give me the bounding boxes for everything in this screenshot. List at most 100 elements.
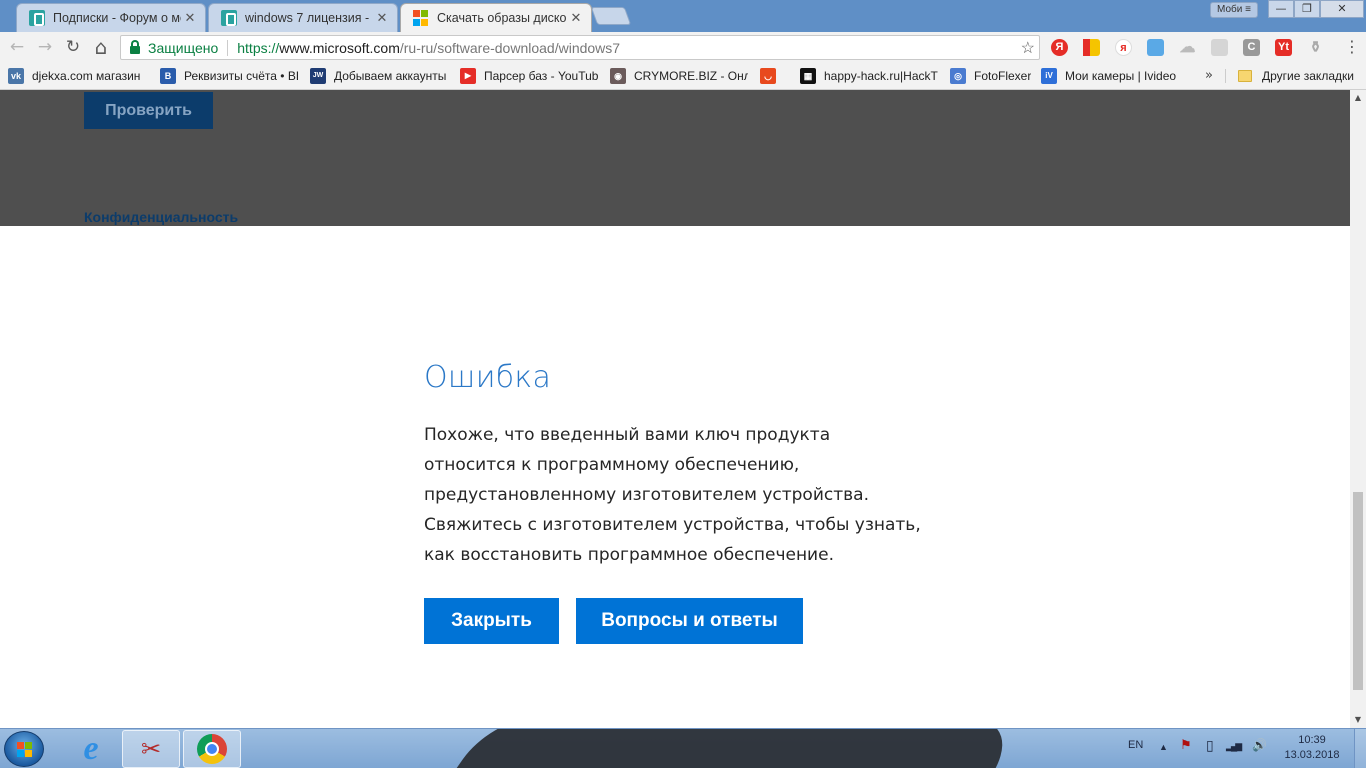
tab-strip: Подписки - Форум о мо ✕ windows 7 лиценз… [0,0,1366,32]
bookmark-item[interactable]: iV Мои камеры | Ivideo [1041,67,1179,85]
error-title: Ошибка [424,360,552,395]
start-button[interactable] [4,731,44,767]
bookmark-item[interactable]: vk djekxa.com магазин [8,67,148,85]
bookmark-flag-icon[interactable] [1083,39,1100,56]
flag-icon[interactable]: ⚑ [1180,737,1192,753]
tab-close-icon[interactable]: ✕ [567,11,585,26]
error-message-line: Похоже, что введенный вами ключ продукта [424,425,831,445]
back-button[interactable]: ← [6,36,28,58]
bookmark-label: Мои камеры | Ivideo [1065,69,1177,83]
microsoft-favicon-icon [413,10,429,26]
faq-button[interactable]: Вопросы и ответы [576,598,803,644]
yt-icon[interactable]: Yt [1275,39,1292,56]
system-clock[interactable]: 10:39 13.03.2018 [1282,733,1342,763]
b-icon: B [160,68,176,84]
tab-forum-subscriptions[interactable]: Подписки - Форум о мо ✕ [16,3,206,32]
bookmark-star-icon[interactable]: ☆ [1021,38,1035,58]
signal-icon[interactable]: ▂▄▆ [1226,741,1242,752]
bookmark-item[interactable]: ◉ CRYMORE.BIZ - Онла [610,67,748,85]
bookmark-label: djekxa.com магазин [32,69,141,83]
check-button: Проверить [84,92,213,129]
tab-close-icon[interactable]: ✕ [373,11,391,26]
bookmark-item[interactable]: ◎ FotoFlexer [950,67,1032,85]
desktop-wallpaper-shape [448,729,1032,768]
tray-arrow-icon[interactable]: ▲ [1159,742,1168,752]
bookmark-label: Реквизиты счёта • ВЕ [184,69,298,83]
other-bookmarks[interactable]: Другие закладки [1238,67,1358,85]
image-icon[interactable] [1147,39,1164,56]
yandex-browser-icon[interactable]: я [1115,39,1132,56]
lock-icon [130,39,140,54]
url-path: /ru-ru/software-download/windows7 [399,39,621,56]
bookmarks-bar: vk djekxa.com магазин B Реквизиты счёта • … [0,62,1366,90]
bookmark-label: Парсер баз - YouTub [484,69,598,83]
bookmarks-overflow-icon[interactable]: » [1205,68,1213,83]
page-scrollbar[interactable]: ▲ ▼ [1350,90,1366,728]
chrome-icon [197,734,227,764]
error-message: Похоже, что введенный вами ключ продукта… [424,420,944,570]
show-desktop-button[interactable] [1354,729,1366,768]
close-button[interactable]: Закрыть [424,598,559,644]
tab-close-icon[interactable]: ✕ [181,11,199,26]
menu-icon[interactable]: ⋮ [1344,37,1360,57]
windows-logo-icon [17,742,32,757]
home-button[interactable]: ⌂ [90,36,112,58]
taskbar-chrome[interactable] [183,730,241,768]
yandex-icon[interactable]: Я [1051,39,1068,56]
url-host: www.microsoft.com [279,39,400,56]
address-bar[interactable]: Защищено https://www.microsoft.com/ru-ru… [120,35,1040,60]
cloud-icon[interactable]: ☁ [1179,39,1196,56]
bookmark-item[interactable]: ▦ happy-hack.ru|HackT [800,67,938,85]
bookmark-item[interactable]: ◡ [760,67,778,85]
scroll-thumb[interactable] [1353,492,1363,690]
secure-label: Защищено [148,39,219,56]
fox-icon: ◡ [760,68,776,84]
error-message-line: относится к программному обеспечению, [424,455,800,475]
restore-button[interactable]: ❐ [1294,0,1320,18]
taskbar-internet-explorer[interactable]: e [62,730,120,768]
c-icon[interactable]: C [1243,39,1260,56]
scroll-up-arrow-icon[interactable]: ▲ [1350,90,1366,106]
bookmark-label: FotoFlexer [974,69,1032,83]
bookmark-item[interactable]: ▶ Парсер баз - YouTub [460,67,598,85]
error-message-line: предустановленному изготовителем устройс… [424,485,869,505]
bookmark-label: Добываем аккаунты [334,69,446,83]
internet-explorer-icon: e [83,730,99,767]
scroll-down-arrow-icon[interactable]: ▼ [1350,712,1366,728]
forward-button[interactable]: → [34,36,56,58]
error-message-line: Свяжитесь с изготовителем устройства, чт… [424,515,921,535]
close-window-button[interactable]: ✕ [1320,0,1364,18]
address-divider [227,39,229,56]
tab-windows7-license[interactable]: windows 7 лицензия - Н ✕ [208,3,398,32]
bookmark-item[interactable]: B Реквизиты счёта • ВЕ [160,67,298,85]
vk-icon: vk [8,68,24,84]
forum-favicon-icon [29,10,45,26]
battery-icon[interactable]: ▯ [1206,737,1214,754]
forum-favicon-icon [221,10,237,26]
crymore-icon: ◉ [610,68,626,84]
pdf-icon[interactable]: ⚱ [1307,39,1324,56]
folder-icon [1238,70,1252,82]
volume-icon[interactable]: 🔊 [1252,738,1267,752]
error-message-line: как восстановить программное обеспечение… [424,545,834,565]
new-tab-button[interactable] [590,7,632,25]
tab-title: Скачать образы дисков [437,11,567,25]
taskbar-tools[interactable]: ✂ [122,730,180,768]
language-indicator[interactable]: EN [1128,739,1143,751]
clock-time: 10:39 [1298,734,1326,746]
happy-hack-icon: ▦ [800,68,816,84]
bookmark-item[interactable]: JW Добываем аккаунты [310,67,446,85]
calculator-icon[interactable] [1211,39,1228,56]
tab-title: windows 7 лицензия - Н [245,11,373,25]
url-text: https://www.microsoft.com/ru-ru/software… [237,40,620,56]
bookmark-label: happy-hack.ru|HackT [824,69,938,83]
camera-icon: ◎ [950,68,966,84]
tools-icon: ✂ [140,735,162,763]
tab-download-disk-images[interactable]: Скачать образы дисков ✕ [400,3,592,32]
browser-toolbar: ← → ↻ ⌂ Защищено https://www.microsoft.c… [0,32,1366,62]
reload-button[interactable]: ↻ [62,36,84,58]
ivideon-icon: iV [1041,68,1057,84]
minimize-button[interactable]: — [1268,0,1294,18]
profile-button[interactable]: Моби ≡ [1210,2,1258,18]
bookmarks-divider [1225,69,1226,83]
